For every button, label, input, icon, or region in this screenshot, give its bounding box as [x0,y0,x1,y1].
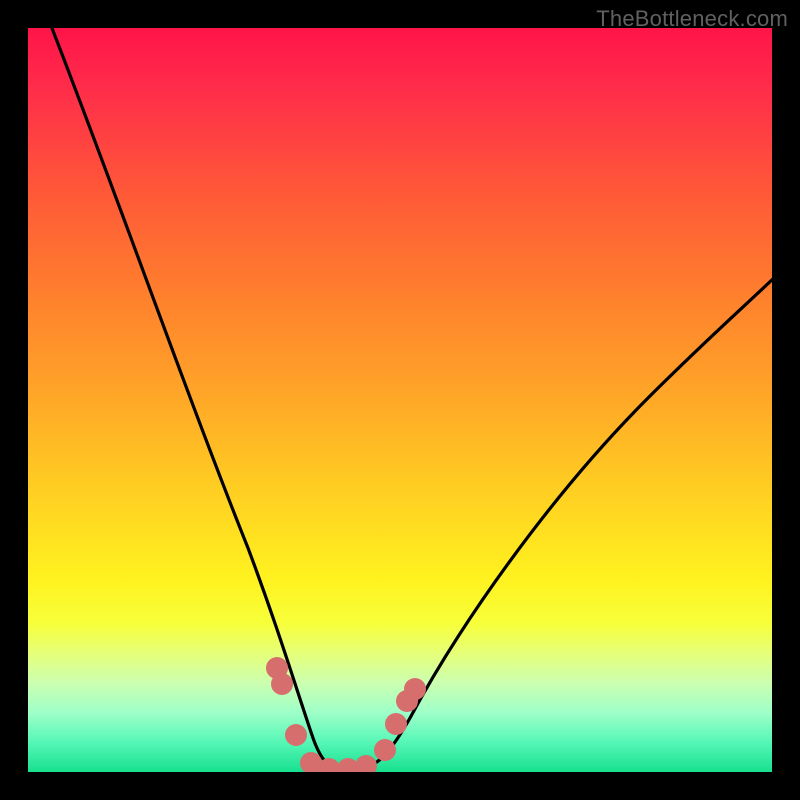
marker-group [266,657,426,772]
curve-layer [28,28,772,772]
left-curve [50,28,338,770]
bottleneck-chart [28,28,772,772]
marker-point [404,678,426,700]
marker-point [374,739,396,761]
watermark-text: TheBottleneck.com [596,6,788,32]
marker-point [271,673,293,695]
marker-point [355,755,377,772]
marker-point [285,724,307,746]
marker-point [385,713,407,735]
